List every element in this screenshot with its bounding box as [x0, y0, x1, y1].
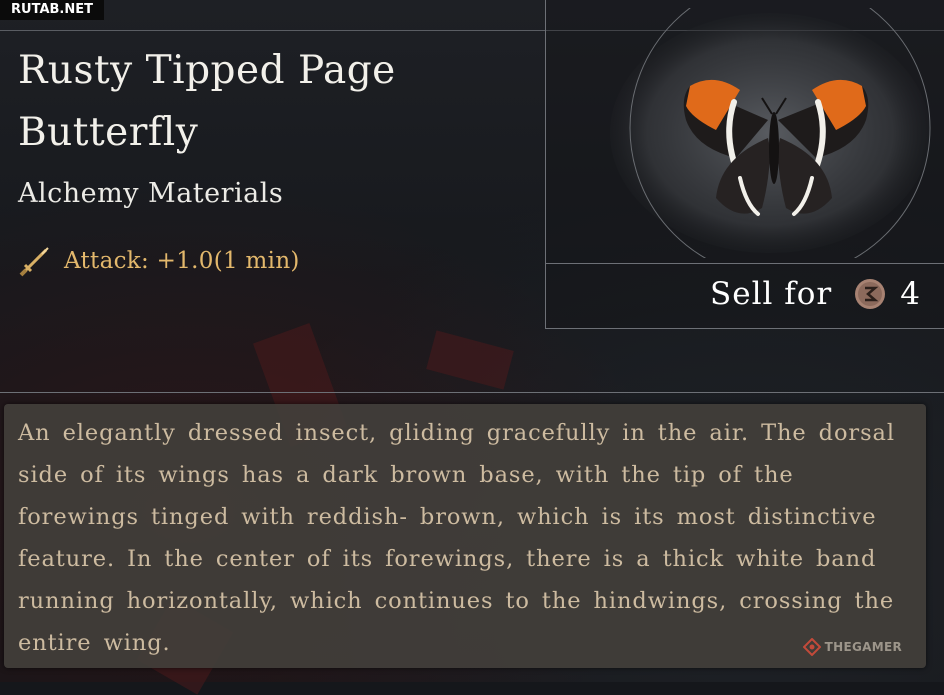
thegamer-logo-icon [802, 638, 821, 656]
site-tag: RUTAB.NET [0, 0, 104, 20]
item-category: Alchemy Materials [18, 178, 284, 209]
watermark: THEGAMER [802, 638, 902, 656]
sell-value: 4 [900, 276, 920, 312]
sell-price: Sell for 4 [710, 276, 920, 312]
item-stat: Attack: +1.0(1 min) [18, 244, 300, 278]
stat-text: Attack: +1.0(1 min) [64, 248, 300, 274]
item-title: Rusty Tipped Page Butterfly [18, 48, 396, 155]
coin-icon [855, 279, 886, 309]
item-description: An elegantly dressed insect, gliding gra… [18, 420, 895, 656]
description-panel: An elegantly dressed insect, gliding gra… [4, 404, 926, 668]
watermark-text: THEGAMER [824, 640, 902, 654]
item-image [610, 0, 940, 279]
butterfly-icon [610, 0, 931, 279]
sword-icon [19, 247, 49, 277]
sell-divider [545, 263, 944, 264]
sell-label: Sell for [710, 276, 833, 312]
section-divider [0, 392, 944, 393]
